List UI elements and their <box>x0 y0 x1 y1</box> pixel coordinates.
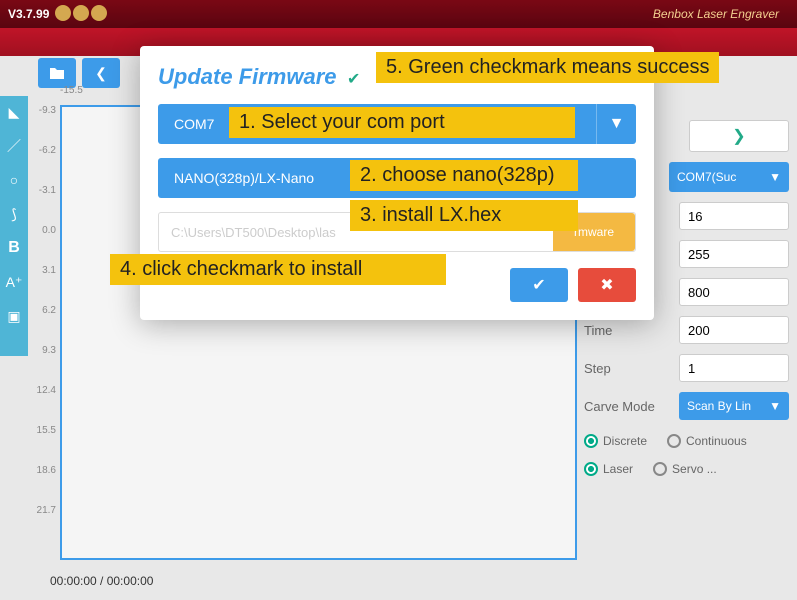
annotation-2: 2. choose nano(328p) <box>350 160 578 191</box>
chevron-down-icon: ▼ <box>596 104 636 144</box>
annotation-5: 5. Green checkmark means success <box>376 52 719 83</box>
cancel-button[interactable]: ✖ <box>578 268 636 302</box>
confirm-button[interactable]: ✔ <box>510 268 568 302</box>
dialog-title: Update Firmware <box>158 64 337 89</box>
success-check-icon: ✔ <box>347 71 360 88</box>
annotation-4: 4. click checkmark to install <box>110 254 446 285</box>
modal-overlay: Update Firmware ✔ COM7 ▼ NANO(328p)/LX-N… <box>0 0 797 600</box>
annotation-1: 1. Select your com port <box>229 107 575 138</box>
annotation-3: 3. install LX.hex <box>350 200 578 231</box>
